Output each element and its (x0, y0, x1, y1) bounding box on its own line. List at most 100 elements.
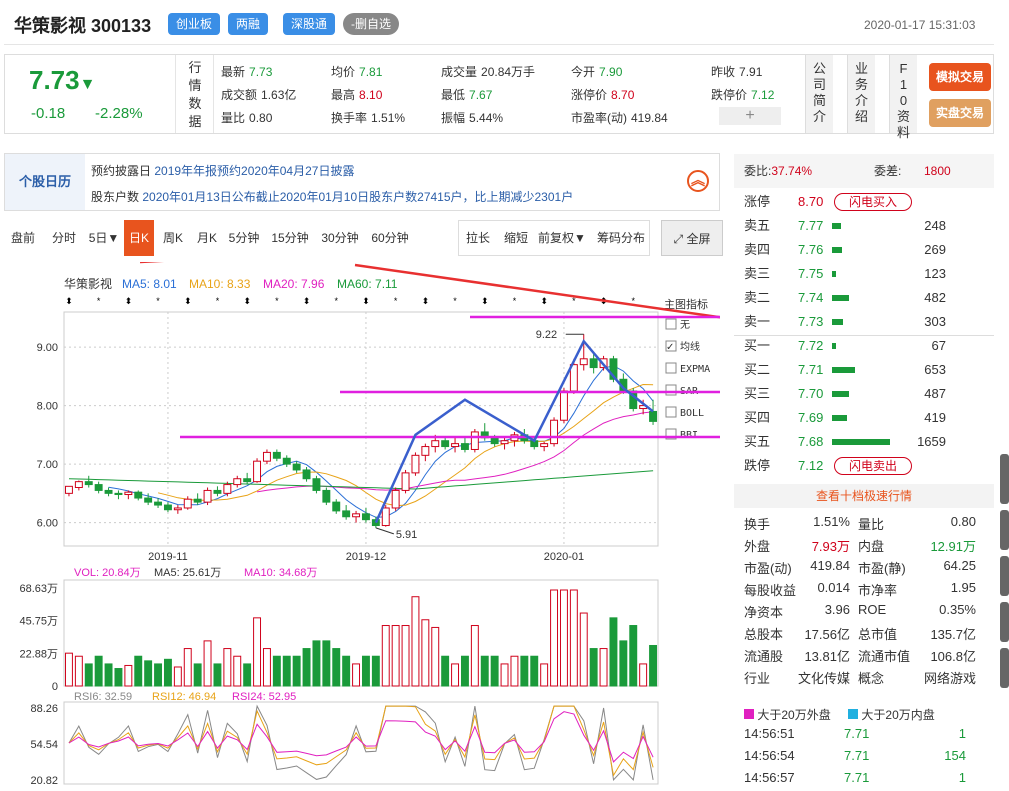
stat-value: 0.35% (939, 602, 976, 617)
low-label: 5.91 (396, 529, 417, 541)
volume-bar (262, 648, 271, 687)
volume-bar (639, 663, 648, 687)
volume-bar (411, 596, 420, 687)
real-trade-button[interactable]: 实盘交易 (929, 99, 991, 127)
indicator-title: 主图指标 (664, 297, 708, 311)
side-scroll-tabs[interactable] (1000, 454, 1009, 688)
collapse-icon[interactable]: ︽ (687, 170, 709, 192)
volume-bar (233, 655, 242, 687)
indicator-option[interactable]: EXPMA (665, 362, 710, 375)
order-row: 买五 7.68 1659 (734, 430, 994, 454)
order-price: 7.72 (798, 338, 824, 353)
period-tab[interactable]: 周K (156, 220, 190, 256)
low-pointer (375, 527, 395, 535)
chart-title: 华策影视 (64, 276, 112, 291)
order-price: 7.12 (798, 458, 824, 473)
volume-bar (649, 644, 658, 687)
candle (510, 431, 519, 447)
price-change-pct: -2.28% (95, 105, 143, 122)
volume-bar (480, 655, 489, 687)
period-tab[interactable]: 月K (192, 220, 222, 256)
calendar-tab[interactable]: 个股日历 (5, 154, 85, 210)
candle (173, 505, 182, 514)
volume-bar (832, 367, 856, 373)
quote-field: 量比 0.80 (221, 111, 273, 125)
volume-bar (441, 655, 450, 687)
period-tab[interactable]: 盘前 (4, 220, 42, 256)
candle (233, 475, 242, 488)
stock-name: 华策影视 (14, 16, 86, 36)
more-quotes-link[interactable]: 查看十档极速行情 (734, 484, 994, 508)
volume-bar (391, 625, 400, 687)
chart-tool-button[interactable]: 缩短 (499, 221, 533, 255)
event-marker: ⬍ (422, 296, 430, 306)
volume-bar (302, 648, 311, 687)
indicator-option[interactable]: BBI (665, 428, 698, 441)
flash-trade-button[interactable]: 闪电卖出 (834, 457, 913, 475)
order-price: 8.70 (798, 194, 824, 209)
calendar-link[interactable]: 2019年年报预约2020年04月27日披露 (154, 164, 354, 178)
volume-bar (599, 648, 608, 687)
price-change: -0.18 (31, 105, 66, 122)
order-price: 7.74 (798, 290, 824, 305)
volume-bar (104, 663, 113, 687)
period-tab[interactable]: 30分钟 (316, 220, 364, 256)
vol-label: VOL: 20.84万 (74, 567, 141, 579)
candle (421, 443, 430, 462)
volume-bar (559, 589, 568, 687)
volume-bar (832, 295, 850, 301)
event-marker: ⬍ (184, 296, 192, 306)
order-price: 7.71 (798, 362, 824, 377)
stock-title: 华策影视 300133 (14, 12, 151, 38)
badge-margin[interactable]: 两融 (228, 13, 269, 35)
indicator-option[interactable]: ✓ 均线 (665, 340, 700, 353)
indicator-option[interactable]: BOLL (665, 406, 704, 419)
flash-trade-button[interactable]: 闪电买入 (834, 193, 913, 211)
quote-value: 7.81 (359, 65, 383, 79)
label-char: 情 (188, 78, 202, 93)
period-tab[interactable]: 60分钟 (366, 220, 414, 256)
period-tab[interactable]: 5分钟 (224, 220, 264, 256)
chart-tool-button[interactable]: 筹码分布 (591, 221, 651, 255)
candle (243, 472, 252, 485)
chart-tool-button[interactable]: 拉长 (461, 221, 495, 255)
expand-icon: ⤢ (673, 232, 684, 246)
volume-bar (243, 663, 252, 687)
tab-business-intro[interactable]: 业务介绍 (847, 55, 875, 133)
calendar-link[interactable]: 2020年01月13日公布截止2020年01月10日股东户数27415户，比上期… (142, 190, 573, 204)
rsi-line-2 (68, 711, 654, 763)
volume-bar (619, 640, 628, 687)
badge-gem[interactable]: 创业板 (168, 13, 221, 35)
volume-bar (490, 655, 499, 687)
volume-bar (401, 625, 410, 687)
add-field-button[interactable]: + (719, 107, 781, 125)
period-tab[interactable]: 日K (124, 220, 154, 256)
candle (262, 449, 271, 465)
tab-f10-data[interactable]: F10资料 (889, 55, 917, 140)
order-qty: 269 (924, 242, 946, 257)
order-price: 7.76 (798, 242, 824, 257)
quote-value: 0.80 (249, 111, 273, 125)
badge-shenzhen-connect[interactable]: 深股通 (283, 13, 336, 35)
order-book-panel: 委比:37.74% 委差: 1800 涨停 8.70 闪电买入 卖五 7.77 248 卖四 7… (734, 154, 994, 788)
kline-chart[interactable]: 9.00 8.00 7.00 6.00 2019-11 2019-12 2020-01 华策影… (4, 228, 990, 788)
quote-field: 成交额 1.63亿 (221, 88, 297, 102)
simulated-trade-button[interactable]: 模拟交易 (929, 63, 991, 91)
period-tab[interactable]: 5日▼ (86, 220, 122, 256)
indicator-option[interactable]: 无 (665, 318, 690, 331)
chart-tool-button[interactable]: 前复权▼ (537, 221, 587, 255)
stock-calendar: 个股日历 预约披露日 2019年年报预约2020年04月27日披露 股东户数 2… (4, 153, 720, 211)
quote-value: 7.90 (599, 65, 623, 79)
remove-watchlist-button[interactable]: -删自选 (343, 13, 399, 35)
tab-company-profile[interactable]: 公司简介 (805, 55, 833, 133)
period-tab[interactable]: 15分钟 (266, 220, 314, 256)
order-row: 卖五 7.77 248 (734, 214, 994, 238)
order-qty: 487 (924, 386, 946, 401)
candle (322, 487, 331, 506)
fullscreen-button[interactable]: ⤢ 全屏 (661, 220, 723, 256)
order-row: 卖三 7.75 123 (734, 262, 994, 286)
order-qty: 653 (924, 362, 946, 377)
volume-bar (223, 648, 232, 687)
period-tab[interactable]: 分时 (44, 220, 84, 256)
vol-ma5: MA5: 25.61万 (154, 567, 221, 579)
